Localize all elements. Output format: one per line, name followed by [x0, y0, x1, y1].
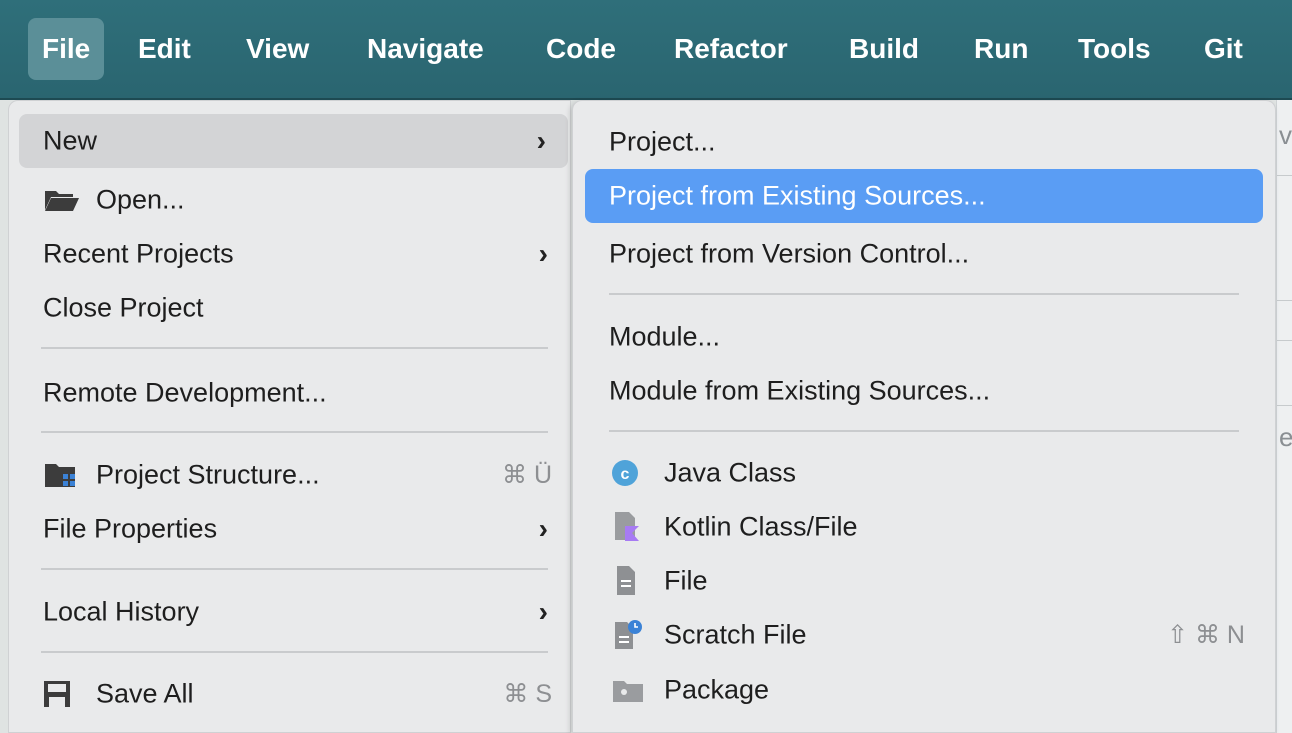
- submenu-item-module-from-existing-sources[interactable]: Module from Existing Sources...: [585, 364, 1263, 418]
- scratch-file-icon: [611, 618, 645, 652]
- shortcut-label: ⇧ ⌘ N: [1167, 621, 1245, 649]
- menubar-build[interactable]: Build: [835, 18, 933, 80]
- svg-text:c: c: [621, 466, 630, 483]
- submenu-item-module[interactable]: Module...: [585, 310, 1263, 364]
- menu-item-open[interactable]: Open...: [19, 173, 570, 227]
- chevron-right-icon: ›: [538, 513, 548, 544]
- menu-item-remote-development[interactable]: Remote Development...: [19, 366, 570, 420]
- menu-item-label: Close Project: [43, 292, 204, 323]
- background-editor-edge: v e: [1276, 100, 1292, 733]
- shortcut-label: ⌘ Ü: [502, 461, 552, 489]
- menubar-git[interactable]: Git: [1190, 18, 1257, 80]
- background-divider: [1277, 405, 1292, 406]
- menu-divider: [41, 568, 548, 570]
- menu-item-project-structure[interactable]: Project Structure... ⌘ Ü: [19, 448, 570, 502]
- menu-item-file-properties[interactable]: File Properties ›: [19, 502, 570, 556]
- menu-divider: [41, 431, 548, 433]
- background-divider: [1277, 175, 1292, 176]
- menu-item-local-history[interactable]: Local History ›: [19, 585, 570, 639]
- background-divider: [1277, 300, 1292, 301]
- submenu-item-project[interactable]: Project...: [585, 115, 1263, 169]
- menu-bar: File Edit View Navigate Code Refactor Bu…: [0, 0, 1292, 100]
- menubar-refactor[interactable]: Refactor: [660, 18, 802, 80]
- menubar-file[interactable]: File: [28, 18, 105, 80]
- menu-item-label: Scratch File: [664, 619, 807, 650]
- menu-item-label: Open...: [96, 184, 185, 215]
- menu-item-label: Project...: [609, 126, 716, 157]
- menu-item-label: Module from Existing Sources...: [609, 375, 991, 406]
- submenu-item-java-class[interactable]: c Java Class: [585, 446, 1263, 500]
- menu-item-close-project[interactable]: Close Project: [19, 281, 570, 335]
- menu-item-label: File: [664, 565, 708, 596]
- menu-divider: [609, 293, 1239, 295]
- menu-divider: [41, 651, 548, 653]
- menubar-view[interactable]: View: [232, 18, 323, 80]
- chevron-right-icon: ›: [536, 125, 546, 156]
- menubar-code[interactable]: Code: [532, 18, 630, 80]
- chevron-right-icon: ›: [538, 238, 548, 269]
- background-text-fragment: e: [1279, 422, 1292, 452]
- menu-divider: [41, 347, 548, 349]
- package-folder-icon: [611, 673, 645, 707]
- menubar-run[interactable]: Run: [960, 18, 1042, 80]
- kotlin-file-icon: [611, 510, 645, 544]
- menu-item-new[interactable]: New ›: [19, 114, 568, 168]
- menu-item-label: Project from Version Control...: [609, 238, 970, 269]
- project-structure-icon: [43, 461, 81, 489]
- submenu-item-package[interactable]: Package: [585, 663, 1263, 717]
- background-text-fragment: v: [1279, 120, 1292, 150]
- menu-item-recent-projects[interactable]: Recent Projects ›: [19, 227, 570, 281]
- menu-item-label: Recent Projects: [43, 238, 234, 269]
- submenu-item-project-from-version-control[interactable]: Project from Version Control...: [585, 227, 1263, 281]
- menubar-edit[interactable]: Edit: [124, 18, 205, 80]
- background-divider: [1277, 340, 1292, 341]
- menu-item-label: Java Class: [664, 457, 797, 488]
- menu-item-label: Project Structure...: [96, 459, 320, 490]
- menu-divider: [609, 430, 1239, 432]
- menu-item-label: New: [43, 125, 98, 156]
- java-class-icon: c: [611, 456, 645, 490]
- submenu-item-kotlin-class-file[interactable]: Kotlin Class/File: [585, 500, 1263, 554]
- menu-item-label: Module...: [609, 321, 721, 352]
- menu-item-label: Save All: [96, 678, 194, 709]
- menubar-navigate[interactable]: Navigate: [353, 18, 498, 80]
- menu-item-label: Local History: [43, 596, 200, 627]
- file-menu: New › Open... Recent Projects › Close Pr…: [8, 100, 571, 733]
- file-icon: [611, 564, 645, 598]
- menu-item-label: Kotlin Class/File: [664, 511, 858, 542]
- submenu-item-project-from-existing-sources[interactable]: Project from Existing Sources...: [585, 169, 1263, 223]
- menubar-tools[interactable]: Tools: [1064, 18, 1165, 80]
- folder-open-icon: [43, 188, 81, 212]
- menu-item-label: Package: [664, 674, 770, 705]
- menu-item-label: File Properties: [43, 513, 218, 544]
- submenu-item-file[interactable]: File: [585, 554, 1263, 608]
- menu-item-label: Remote Development...: [43, 377, 327, 408]
- menu-item-label: Project from Existing Sources...: [609, 180, 986, 211]
- menu-item-save-all[interactable]: Save All ⌘ S: [19, 667, 570, 721]
- chevron-right-icon: ›: [538, 596, 548, 627]
- submenu-item-scratch-file[interactable]: Scratch File ⇧ ⌘ N: [585, 608, 1263, 662]
- save-icon: [43, 680, 71, 708]
- new-submenu: Project... Project from Existing Sources…: [572, 100, 1276, 733]
- shortcut-label: ⌘ S: [503, 680, 552, 708]
